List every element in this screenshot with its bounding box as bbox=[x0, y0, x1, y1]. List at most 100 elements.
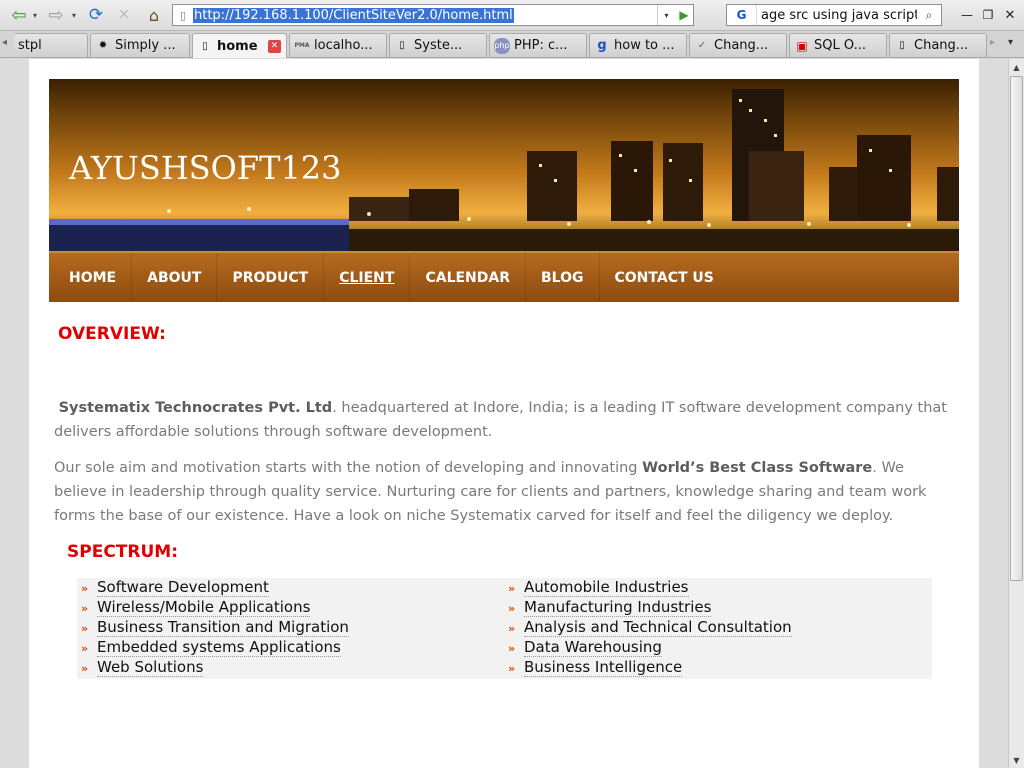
tab-sql[interactable]: ▣ SQL O... bbox=[789, 33, 887, 57]
list-item[interactable]: » Analysis and Technical Consultation bbox=[508, 618, 792, 638]
vertical-scrollbar[interactable]: ▲ ▼ bbox=[1008, 59, 1024, 768]
list-item-label[interactable]: Software Development bbox=[97, 579, 269, 597]
list-item[interactable]: » Wireless/Mobile Applications bbox=[81, 598, 349, 618]
nav-client[interactable]: CLIENT bbox=[324, 253, 411, 302]
navigation-toolbar: ⇦ ▾ ⇨ ▾ ⟳ ✕ ⌂ ▯ http://192.168.1.100/Cli… bbox=[0, 0, 1024, 31]
list-item[interactable]: » Business Intelligence bbox=[508, 658, 792, 678]
tab-home[interactable]: ▯ home ✕ bbox=[192, 33, 287, 58]
bullet-icon: » bbox=[508, 601, 516, 615]
bullet-icon: » bbox=[81, 601, 89, 615]
scroll-down-arrow-icon[interactable]: ▼ bbox=[1009, 752, 1024, 768]
tab-change-2[interactable]: ▯ Chang... bbox=[889, 33, 987, 57]
go-icon[interactable]: ▶ bbox=[675, 5, 693, 25]
tab-label: Simply ... bbox=[115, 38, 176, 53]
search-input[interactable]: age src using java script bbox=[757, 8, 917, 23]
list-item[interactable]: » Web Solutions bbox=[81, 658, 349, 678]
search-icon[interactable]: ⌕ bbox=[919, 6, 939, 24]
overview-heading: OVERVIEW: bbox=[58, 324, 166, 344]
leaf-icon: ✓ bbox=[697, 40, 707, 51]
nav-blog[interactable]: BLOG bbox=[526, 253, 600, 302]
browser-window: ⇦ ▾ ⇨ ▾ ⟳ ✕ ⌂ ▯ http://192.168.1.100/Cli… bbox=[0, 0, 1024, 768]
overview-paragraph-2: Our sole aim and motivation starts with … bbox=[54, 456, 954, 528]
tab-list-dropdown-icon[interactable]: ▾ bbox=[1008, 37, 1013, 48]
tab-label: SQL O... bbox=[814, 38, 866, 53]
nav-client-label: CLIENT bbox=[339, 269, 395, 286]
spectrum-right-column: » Automobile Industries » Manufacturing In… bbox=[508, 578, 792, 678]
list-item[interactable]: » Automobile Industries bbox=[508, 578, 792, 598]
page-viewport: AYUSHSOFT123 HOME ABOUT PRODUCT CLIENT C… bbox=[0, 59, 1008, 768]
nav-home[interactable]: HOME bbox=[54, 253, 133, 302]
list-item-label[interactable]: Embedded systems Applications bbox=[97, 639, 341, 657]
tab-label: localho... bbox=[314, 38, 373, 53]
url-input[interactable]: http://192.168.1.100/ClientSiteVer2.0/ho… bbox=[193, 7, 514, 23]
list-item-label[interactable]: Business Intelligence bbox=[524, 659, 683, 677]
bullet-icon: » bbox=[508, 641, 516, 655]
list-item-label[interactable]: Manufacturing Industries bbox=[524, 599, 712, 617]
pma-icon: PMA bbox=[294, 42, 310, 49]
tab-simply[interactable]: ✹ Simply ... bbox=[90, 33, 190, 57]
list-item-label[interactable]: Analysis and Technical Consultation bbox=[524, 619, 792, 637]
scroll-thumb[interactable] bbox=[1010, 76, 1023, 581]
list-item-label[interactable]: Data Warehousing bbox=[524, 639, 662, 657]
list-item[interactable]: » Data Warehousing bbox=[508, 638, 792, 658]
search-bar[interactable]: G age src using java script ⌕ bbox=[726, 4, 942, 26]
list-item[interactable]: » Manufacturing Industries bbox=[508, 598, 792, 618]
close-tab-icon[interactable]: ✕ bbox=[268, 39, 281, 53]
google-engine-icon[interactable]: G bbox=[727, 5, 757, 25]
list-item[interactable]: » Embedded systems Applications bbox=[81, 638, 349, 658]
tab-php[interactable]: php PHP: c... bbox=[489, 33, 587, 57]
list-item-label[interactable]: Business Transition and Migration bbox=[97, 619, 349, 637]
back-history-dropdown[interactable]: ▾ bbox=[30, 4, 40, 26]
spectrum-heading: SPECTRUM: bbox=[67, 542, 178, 562]
spectrum-left-column: » Software Development » Wireless/Mobile A… bbox=[81, 578, 349, 678]
tab-how-to[interactable]: g how to ... bbox=[589, 33, 687, 57]
nav-product[interactable]: PRODUCT bbox=[217, 253, 325, 302]
minimize-icon[interactable]: — bbox=[960, 4, 974, 26]
page-icon: ▯ bbox=[202, 40, 208, 52]
list-item-label[interactable]: Wireless/Mobile Applications bbox=[97, 599, 311, 617]
close-icon[interactable]: ✕ bbox=[1002, 4, 1018, 26]
forward-history-dropdown[interactable]: ▾ bbox=[69, 4, 79, 26]
page-icon: ▯ bbox=[899, 40, 905, 51]
google-icon: g bbox=[597, 38, 607, 53]
tab-label: PHP: c... bbox=[514, 38, 568, 53]
tab-label: how to ... bbox=[614, 38, 675, 53]
tab-bar: ◂ stpl ✹ Simply ... ▯ home ✕ PMA localho… bbox=[0, 31, 1024, 58]
list-item-label[interactable]: Web Solutions bbox=[97, 659, 204, 677]
maximize-icon[interactable]: ❐ bbox=[980, 4, 996, 26]
nav-calendar[interactable]: CALENDAR bbox=[410, 253, 526, 302]
tab-label: Chang... bbox=[914, 38, 969, 53]
tab-stpl[interactable]: stpl bbox=[14, 33, 88, 57]
list-item[interactable]: » Business Transition and Migration bbox=[81, 618, 349, 638]
forward-arrow-icon[interactable]: ⇨ bbox=[44, 4, 68, 26]
main-nav: HOME ABOUT PRODUCT CLIENT CALENDAR BLOG … bbox=[49, 251, 959, 302]
bullet-icon: » bbox=[81, 621, 89, 635]
nav-about[interactable]: ABOUT bbox=[132, 253, 218, 302]
tab-scroll-left-icon[interactable]: ◂ bbox=[2, 37, 7, 48]
address-bar[interactable]: ▯ http://192.168.1.100/ClientSiteVer2.0/… bbox=[172, 4, 694, 26]
dice-icon: ▣ bbox=[796, 38, 808, 53]
nav-contact-us[interactable]: CONTACT US bbox=[600, 253, 729, 302]
spectrum-list: » Software Development » Wireless/Mobile A… bbox=[77, 578, 932, 679]
scroll-up-arrow-icon[interactable]: ▲ bbox=[1009, 59, 1024, 75]
header-banner: AYUSHSOFT123 bbox=[49, 79, 959, 251]
list-item-label[interactable]: Automobile Industries bbox=[524, 579, 689, 597]
gear-icon: ✹ bbox=[98, 40, 108, 51]
home-icon[interactable]: ⌂ bbox=[143, 4, 165, 26]
list-item[interactable]: » Software Development bbox=[81, 578, 349, 598]
page-favicon-icon: ▯ bbox=[179, 8, 187, 22]
tab-localhost[interactable]: PMA localho... bbox=[289, 33, 387, 57]
php-icon: php bbox=[494, 37, 510, 54]
stop-icon[interactable]: ✕ bbox=[114, 4, 134, 26]
tab-label: stpl bbox=[18, 38, 42, 53]
bullet-icon: » bbox=[508, 581, 516, 595]
overview-paragraph-1: Systematix Technocrates Pvt. Ltd. headqu… bbox=[54, 396, 954, 444]
reload-icon[interactable]: ⟳ bbox=[86, 4, 106, 26]
p2-intro: Our sole aim and motivation starts with … bbox=[54, 460, 643, 476]
url-history-dropdown[interactable]: ▾ bbox=[657, 5, 675, 25]
site-page: AYUSHSOFT123 HOME ABOUT PRODUCT CLIENT C… bbox=[29, 59, 979, 768]
tab-label: Chang... bbox=[714, 38, 769, 53]
tab-systematix[interactable]: ▯ Syste... bbox=[389, 33, 487, 57]
tab-change-1[interactable]: ✓ Chang... bbox=[689, 33, 787, 57]
tab-scroll-right-icon[interactable]: ▸ bbox=[990, 37, 995, 48]
